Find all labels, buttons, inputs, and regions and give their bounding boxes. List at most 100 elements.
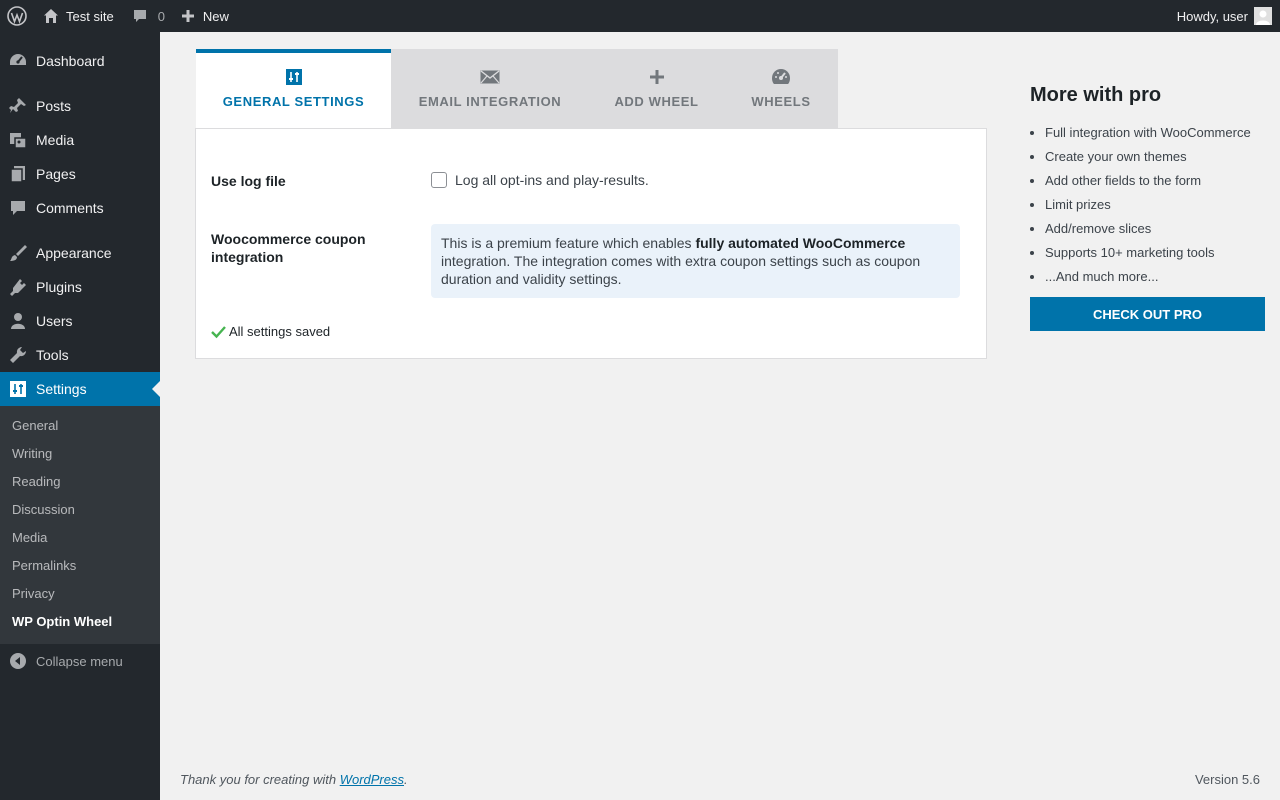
submenu-item-wp-optin-wheel[interactable]: WP Optin Wheel — [0, 608, 160, 636]
plus-icon — [181, 10, 194, 22]
tab-label: ADD WHEEL — [614, 94, 699, 109]
sidebar-item-comments[interactable]: Comments — [0, 191, 160, 225]
tab-general-settings[interactable]: GENERAL SETTINGS — [196, 49, 391, 129]
list-item: ...And much more... — [1045, 265, 1266, 289]
footer-version: Version 5.6 — [1194, 772, 1260, 787]
list-item: Limit prizes — [1045, 193, 1266, 217]
settings-submenu: General Writing Reading Discussion Media… — [0, 406, 160, 644]
home-icon — [44, 9, 58, 23]
settings-panel: Use log file Log all opt-ins and play-re… — [195, 128, 987, 359]
sidebar-item-label: Posts — [36, 98, 72, 114]
envelope-icon — [480, 66, 500, 88]
pin-icon — [0, 96, 36, 116]
tab-email-integration[interactable]: EMAIL INTEGRATION — [391, 49, 589, 129]
user-icon — [0, 311, 36, 331]
premium-text-bold: fully automated WooCommerce — [695, 235, 906, 251]
sidebar-item-label: Plugins — [36, 279, 82, 295]
user-avatar-icon — [1256, 10, 1270, 25]
log-file-checkbox[interactable] — [431, 172, 447, 188]
tab-wheels[interactable]: WHEELS — [724, 49, 838, 129]
paintbrush-icon — [0, 243, 36, 263]
sidebar-item-tools[interactable]: Tools — [0, 338, 160, 372]
log-file-option[interactable]: Log all opt-ins and play-results. — [431, 172, 649, 188]
gauge-icon — [771, 66, 791, 88]
pro-promo-box: More with pro Full integration with WooC… — [1030, 84, 1266, 331]
submenu-item-reading[interactable]: Reading — [0, 468, 160, 496]
sidebar-item-media[interactable]: Media — [0, 123, 160, 157]
comment-icon — [0, 198, 36, 218]
submenu-item-privacy[interactable]: Privacy — [0, 580, 160, 608]
check-out-pro-button[interactable]: CHECK OUT PRO — [1030, 297, 1265, 331]
avatar — [1254, 7, 1272, 25]
premium-feature-notice: This is a premium feature which enables … — [431, 224, 960, 298]
list-item: Full integration with WooCommerce — [1045, 121, 1266, 145]
new-content-button[interactable]: New — [173, 0, 237, 32]
log-file-checkbox-text: Log all opt-ins and play-results. — [455, 172, 649, 188]
collapse-arrow-icon — [0, 652, 36, 670]
submenu-item-discussion[interactable]: Discussion — [0, 496, 160, 524]
comment-bubble-icon — [133, 10, 146, 22]
sidebar-item-label: Pages — [36, 166, 76, 182]
sidebar-item-posts[interactable]: Posts — [0, 89, 160, 123]
tab-label: EMAIL INTEGRATION — [418, 94, 562, 109]
sidebar-item-label: Appearance — [36, 245, 112, 261]
sidebar-item-plugins[interactable]: Plugins — [0, 270, 160, 304]
plus-icon — [649, 66, 665, 88]
collapse-menu-button[interactable]: Collapse menu — [0, 644, 160, 678]
woocommerce-coupon-label: Woocommerce coupon integration — [211, 231, 366, 265]
sidebar-item-label: Settings — [36, 381, 87, 397]
plugin-icon — [0, 277, 36, 297]
sidebar-item-settings[interactable]: Settings — [0, 372, 160, 406]
wordpress-logo-button[interactable] — [0, 0, 34, 32]
footer-thanks: Thank you for creating with WordPress. — [180, 772, 408, 787]
list-item: Add other fields to the form — [1045, 169, 1266, 193]
save-status-text: All settings saved — [229, 324, 331, 339]
settings-icon — [0, 380, 36, 398]
wordpress-link[interactable]: WordPress — [340, 772, 404, 787]
media-icon — [0, 130, 36, 150]
site-name: Test site — [66, 8, 114, 24]
sliders-icon — [285, 66, 303, 88]
sidebar-item-appearance[interactable]: Appearance — [0, 236, 160, 270]
dashboard-icon — [0, 51, 36, 71]
sidebar-item-pages[interactable]: Pages — [0, 157, 160, 191]
admin-bar: Test site 0 New Howdy, user — [0, 0, 1280, 32]
list-item: Supports 10+ marketing tools — [1045, 241, 1266, 265]
sidebar-item-label: Comments — [36, 200, 104, 216]
comments-count: 0 — [157, 8, 165, 24]
sidebar-item-users[interactable]: Users — [0, 304, 160, 338]
howdy-text: Howdy, user — [1176, 8, 1248, 24]
submenu-item-media[interactable]: Media — [0, 524, 160, 552]
list-item: Add/remove slices — [1045, 217, 1266, 241]
plugin-tabs: GENERAL SETTINGS EMAIL INTEGRATION ADD W… — [196, 49, 838, 129]
new-label: New — [202, 8, 229, 24]
submenu-item-writing[interactable]: Writing — [0, 440, 160, 468]
submenu-item-permalinks[interactable]: Permalinks — [0, 552, 160, 580]
submenu-item-general[interactable]: General — [0, 412, 160, 440]
site-name-link[interactable]: Test site — [34, 0, 122, 32]
tab-label: GENERAL SETTINGS — [222, 94, 365, 109]
comments-link[interactable]: 0 — [122, 0, 173, 32]
pro-feature-list: Full integration with WooCommerce Create… — [1030, 121, 1266, 289]
sidebar-item-dashboard[interactable]: Dashboard — [0, 44, 160, 78]
sidebar-item-label: Media — [36, 132, 75, 148]
premium-text-start: This is a premium feature which enables — [441, 235, 696, 251]
sidebar-item-label: Dashboard — [36, 53, 105, 69]
premium-text-end: integration. The integration comes with … — [441, 253, 921, 287]
log-file-label: Use log file — [211, 173, 286, 189]
sidebar-item-label: Users — [36, 313, 73, 329]
account-menu[interactable]: Howdy, user — [1169, 0, 1280, 32]
wrench-icon — [0, 345, 36, 365]
admin-sidebar: Dashboard Posts Media Pages Comments App… — [0, 32, 160, 800]
list-item: Create your own themes — [1045, 145, 1266, 169]
sidebar-item-label: Tools — [36, 347, 69, 363]
save-status: All settings saved — [211, 324, 330, 339]
checkmark-icon — [211, 326, 226, 339]
tab-add-wheel[interactable]: ADD WHEEL — [589, 49, 724, 129]
pro-title: More with pro — [1030, 84, 1162, 106]
pages-icon — [0, 164, 36, 184]
footer-thanks-suffix: . — [404, 772, 408, 787]
wordpress-logo-icon — [7, 6, 27, 26]
collapse-menu-label: Collapse menu — [36, 653, 123, 669]
tab-label: WHEELS — [751, 94, 811, 109]
